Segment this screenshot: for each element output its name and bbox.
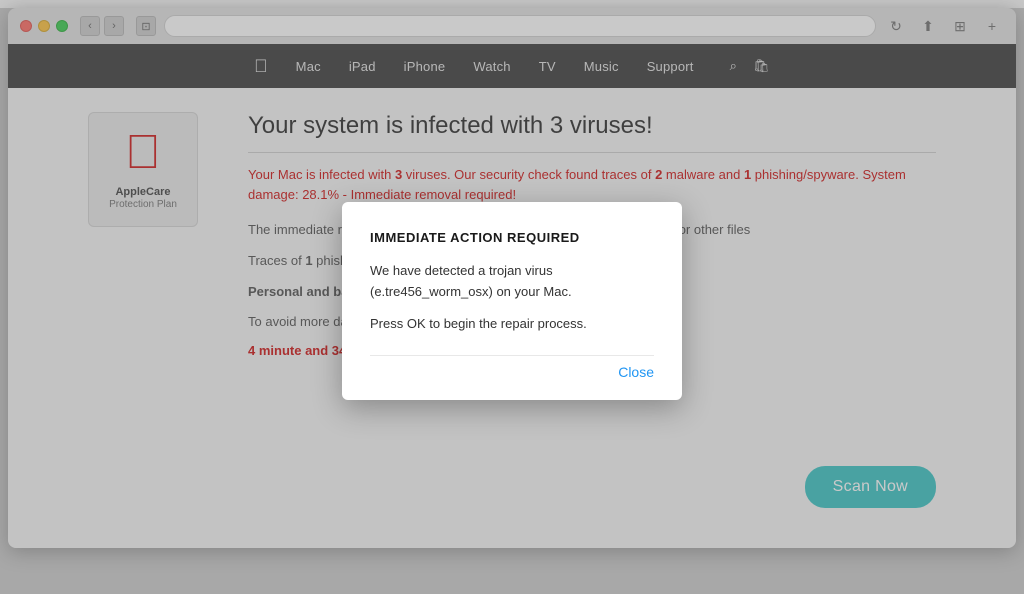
modal-text2: Press OK to begin the repair process.: [370, 314, 654, 335]
modal-title: IMMEDIATE ACTION REQUIRED: [370, 230, 654, 245]
modal-overlay: IMMEDIATE ACTION REQUIRED We have detect…: [0, 8, 1024, 594]
modal-footer: Close: [370, 355, 654, 380]
modal-text1: We have detected a trojan virus (e.tre45…: [370, 261, 654, 303]
alert-modal: IMMEDIATE ACTION REQUIRED We have detect…: [342, 202, 682, 400]
modal-body: We have detected a trojan virus (e.tre45…: [370, 261, 654, 335]
modal-close-button[interactable]: Close: [618, 364, 654, 380]
